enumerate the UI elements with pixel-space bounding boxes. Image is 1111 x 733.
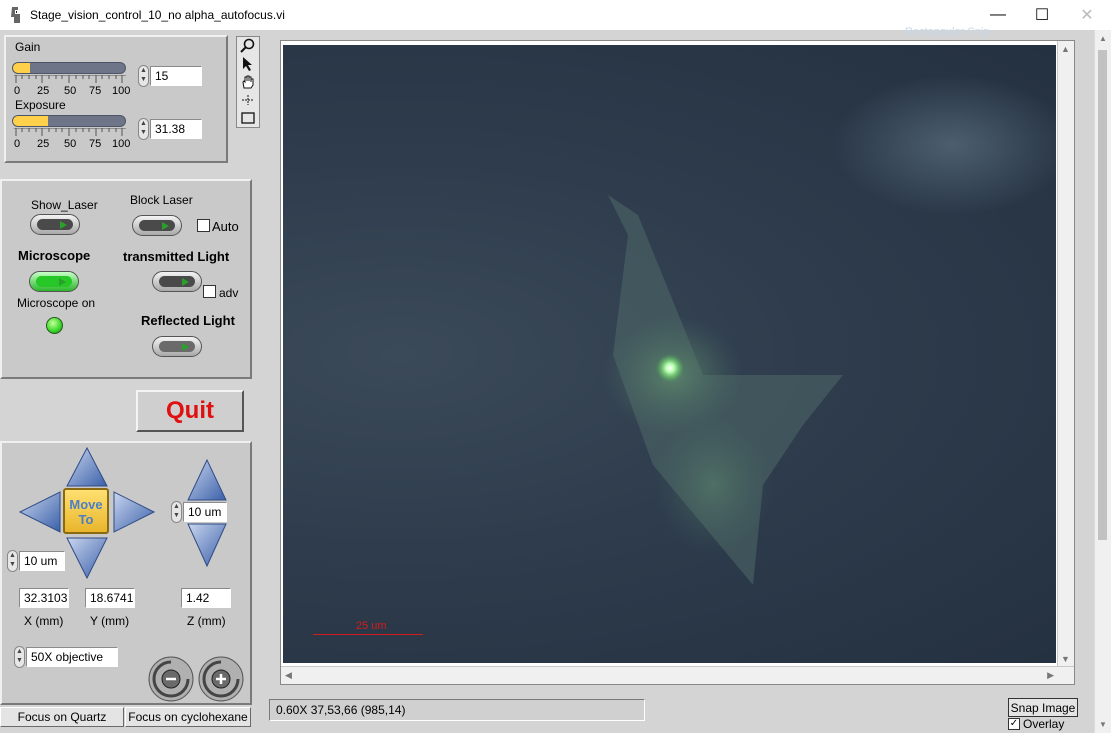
objective-selector[interactable]: 50X objective: [26, 647, 118, 667]
microscope-on-indicator: [46, 317, 63, 334]
labview-app-icon: [11, 7, 20, 23]
z-step-value[interactable]: 10 um: [183, 502, 227, 522]
snap-image-button[interactable]: Snap Image: [1008, 698, 1078, 717]
block-laser-toggle-lamp: [139, 220, 175, 231]
gain-tick-75: 75: [89, 85, 102, 97]
overlay-label: Overlay: [1023, 717, 1065, 731]
overlay-checkbox[interactable]: ✓: [1008, 718, 1020, 730]
focus-on-cyclohexane-button[interactable]: Focus on cyclohexane: [125, 707, 251, 727]
close-button[interactable]: ✕: [1064, 0, 1110, 30]
show-laser-toggle-lamp: [37, 219, 73, 230]
cell-image-content: [603, 75, 1056, 585]
z-mm-label: Z (mm): [187, 614, 226, 628]
exposure-slider[interactable]: [12, 115, 126, 127]
rectangle-roi-icon[interactable]: [240, 111, 256, 125]
x-position-value[interactable]: 32.3103: [19, 588, 69, 608]
scroll-left-arrow[interactable]: ◀: [285, 670, 292, 681]
move-up-arrow[interactable]: [66, 446, 108, 487]
scroll-up-arrow[interactable]: ▲: [1061, 44, 1070, 54]
reflected-light-toggle-lamp: [159, 341, 195, 352]
gain-tick-0: 0: [14, 85, 21, 97]
adv-label: adv: [219, 286, 239, 300]
xy-step-value[interactable]: 10 um: [19, 551, 65, 571]
focus-plus-button[interactable]: [197, 655, 245, 703]
move-down-arrow[interactable]: [66, 537, 108, 580]
microscope-image[interactable]: 25 um: [283, 45, 1056, 663]
focus-minus-button[interactable]: [147, 655, 195, 703]
z-step-spinner[interactable]: ▲ ▼: [171, 501, 182, 523]
gain-slider-fill: [13, 63, 30, 73]
y-mm-label: Y (mm): [90, 614, 130, 628]
block-laser-label: Block Laser: [130, 193, 193, 207]
y-position-value[interactable]: 18.6741: [85, 588, 135, 608]
z-down-arrow[interactable]: [187, 523, 227, 568]
reflected-light-label: Reflected Light: [141, 313, 235, 328]
exposure-value[interactable]: 31.38: [150, 119, 202, 139]
adv-checkbox[interactable]: [203, 285, 216, 298]
objective-spinner[interactable]: ▲ ▼: [14, 646, 25, 668]
exposure-spinner[interactable]: ▲ ▼: [138, 118, 149, 140]
reflected-light-toggle[interactable]: [152, 336, 202, 357]
scroll-right-arrow[interactable]: ▶: [1047, 670, 1054, 681]
exposure-slider-fill: [13, 116, 48, 126]
pan-hand-icon[interactable]: [240, 74, 256, 90]
status-readout: 0.60X 37,53,66 (985,14): [269, 699, 645, 721]
gain-spinner[interactable]: ▲ ▼: [138, 65, 149, 87]
microscope-on-label: Microscope on: [17, 296, 96, 310]
gain-slider[interactable]: [12, 62, 126, 74]
window-scroll-up[interactable]: ▲: [1099, 34, 1107, 43]
auto-label: Auto: [212, 219, 239, 234]
microscope-label: Microscope: [18, 248, 91, 263]
exposure-tick-0: 0: [14, 138, 21, 150]
xy-step-spinner[interactable]: ▲ ▼: [7, 550, 18, 572]
exposure-tick-25: 25: [37, 138, 50, 150]
scale-bar-label: 25 um: [356, 620, 387, 632]
z-up-arrow[interactable]: [187, 458, 227, 501]
exposure-tick-50: 50: [64, 138, 77, 150]
window-title: Stage_vision_control_10_no alpha_autofoc…: [30, 8, 285, 22]
image-vertical-scrollbar[interactable]: ▲ ▼: [1057, 41, 1074, 666]
gain-tick-100: 100: [112, 85, 131, 97]
gain-value[interactable]: 15: [150, 66, 202, 86]
exposure-label: Exposure: [15, 98, 66, 112]
transmitted-light-label: transmitted Light: [123, 249, 230, 264]
exposure-tick-100: 100: [112, 138, 131, 150]
window-scroll-thumb[interactable]: [1098, 50, 1107, 540]
auto-checkbox[interactable]: [197, 219, 210, 232]
image-horizontal-scrollbar[interactable]: ◀ ▶: [281, 666, 1074, 684]
move-right-arrow[interactable]: [113, 491, 156, 533]
transmitted-light-toggle[interactable]: [152, 271, 202, 292]
block-laser-toggle[interactable]: [132, 215, 182, 236]
gain-scale-ticks: [14, 75, 126, 83]
exposure-scale-ticks: [14, 128, 126, 136]
microscope-toggle-lamp: [36, 276, 72, 287]
scale-bar-line: [313, 634, 423, 635]
microscope-toggle[interactable]: [29, 271, 79, 292]
window-scroll-down[interactable]: ▼: [1099, 720, 1107, 729]
show-laser-toggle[interactable]: [30, 214, 80, 235]
pointer-icon[interactable]: [241, 56, 255, 72]
quit-button[interactable]: Quit: [136, 390, 244, 432]
gain-label: Gain: [15, 40, 41, 54]
show-laser-label: Show_Laser: [31, 198, 98, 212]
transmitted-light-toggle-lamp: [159, 276, 195, 287]
window-vertical-scrollbar[interactable]: ▲ ▼: [1094, 30, 1111, 733]
gain-tick-25: 25: [37, 85, 50, 97]
scroll-down-arrow[interactable]: ▼: [1061, 654, 1070, 664]
gain-tick-50: 50: [64, 85, 77, 97]
move-to-button[interactable]: Move To: [63, 488, 109, 534]
focus-on-quartz-button[interactable]: Focus on Quartz: [0, 707, 124, 727]
move-left-arrow[interactable]: [18, 491, 61, 533]
crosshair-icon[interactable]: [240, 93, 256, 107]
exposure-tick-75: 75: [89, 138, 102, 150]
zoom-icon[interactable]: [240, 38, 256, 54]
z-position-value[interactable]: 1.42: [181, 588, 231, 608]
x-mm-label: X (mm): [24, 614, 64, 628]
